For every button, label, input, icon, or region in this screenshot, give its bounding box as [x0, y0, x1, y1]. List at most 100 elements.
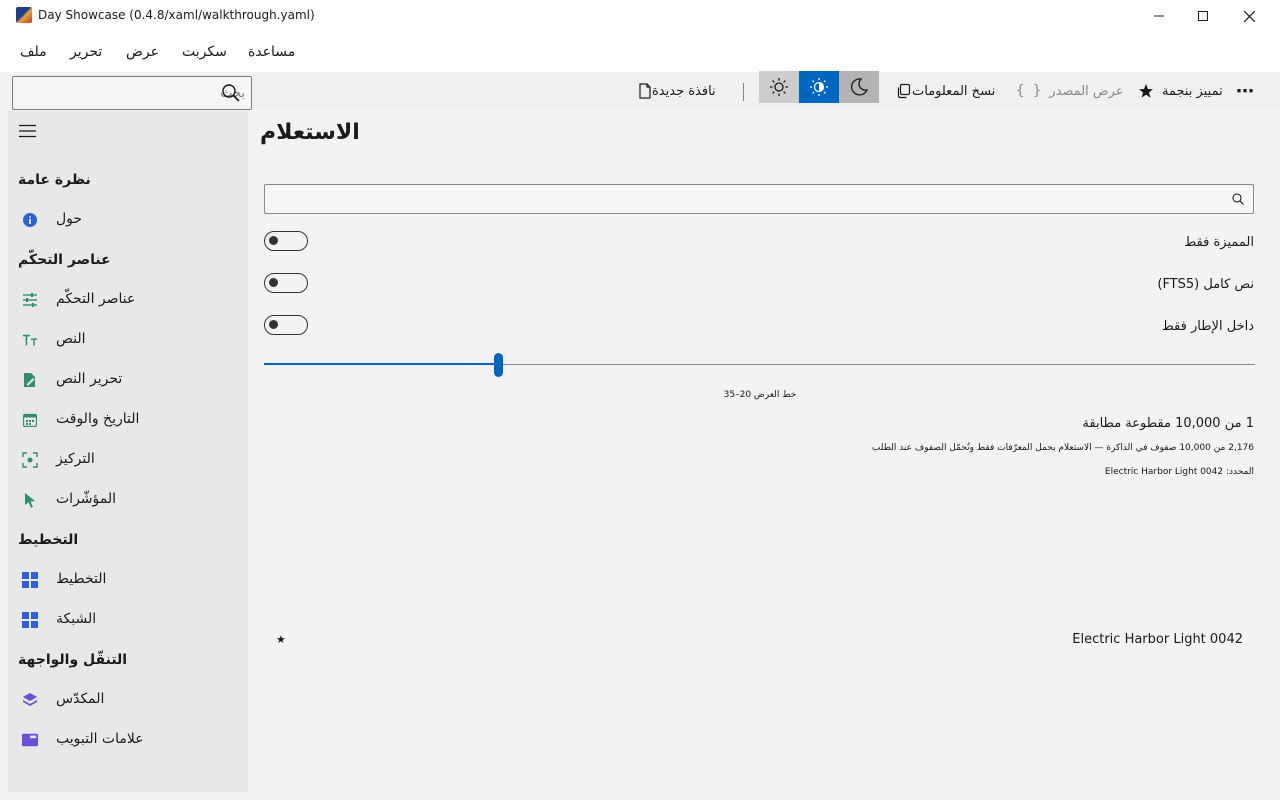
toggle-knob: [269, 236, 278, 245]
match-count: 1 من 10,000 مقطوعة مطابقة: [1082, 416, 1254, 431]
slider-caption: خط العرض 20–35: [723, 390, 797, 400]
slider-thumb[interactable]: [494, 353, 503, 377]
view-source-button[interactable]: { } عرض المصدر: [1016, 72, 1124, 110]
toggle-knob: [269, 320, 278, 329]
layout-grid-icon: [22, 572, 38, 588]
menu-view[interactable]: عرض: [126, 44, 159, 60]
layers-icon: [22, 692, 38, 708]
in-frame-only-toggle[interactable]: [264, 315, 308, 335]
copy-info-button[interactable]: نسخ المعلومات: [890, 72, 995, 110]
menu-script[interactable]: سكربت: [182, 44, 227, 60]
dark-theme-button[interactable]: [839, 71, 879, 103]
close-button[interactable]: [1226, 0, 1272, 32]
copy-icon: [897, 83, 911, 99]
info-icon: [22, 212, 38, 228]
sidebar: نظرة عامة حول عناصر التحكّم عناصر التحكّ…: [8, 111, 248, 792]
sidebar-item-label: التخطيط: [56, 571, 107, 587]
selected-item-line: المحدد: Electric Harbor Light 0042: [1104, 467, 1254, 477]
calendar-icon: [22, 412, 38, 428]
section-controls: عناصر التحكّم: [18, 252, 111, 268]
menu-edit[interactable]: تحرير: [70, 44, 102, 60]
braces-icon: { }: [1016, 83, 1042, 99]
document-icon: [639, 83, 651, 99]
text-size-icon: [22, 332, 38, 348]
starred-only-toggle[interactable]: [264, 231, 308, 251]
sun-icon: [770, 78, 788, 96]
in-frame-only-label: داخل الإطار فقط: [1161, 319, 1254, 334]
tabs-icon: [22, 732, 38, 748]
sidebar-item-label: الشبكة: [56, 611, 97, 627]
sidebar-item-label: التركيز: [56, 451, 95, 467]
star-highlight-button[interactable]: تمييز بنجمة: [1132, 72, 1223, 110]
menu-file[interactable]: ملف: [20, 44, 47, 60]
star-icon[interactable]: ★: [276, 633, 286, 646]
star-highlight-label: تمييز بنجمة: [1162, 83, 1223, 99]
sliders-icon: [22, 292, 38, 308]
sidebar-item-tabs[interactable]: علامات التبويب: [8, 720, 248, 760]
search-icon[interactable]: [1231, 192, 1245, 206]
minimize-icon: [1154, 15, 1164, 17]
minimize-button[interactable]: [1136, 0, 1182, 32]
query-box: [264, 184, 1254, 214]
sidebar-item-date-time[interactable]: التاريخ والوقت: [8, 400, 248, 440]
section-navigation: التنقّل والواجهة: [18, 652, 128, 668]
close-icon: [1243, 10, 1255, 22]
moon-icon: [850, 78, 869, 96]
app-icon: [16, 7, 32, 23]
focus-icon: [22, 452, 38, 468]
more-icon: ⋯: [1236, 80, 1254, 102]
maximize-button[interactable]: [1180, 0, 1226, 32]
sidebar-item-pointers[interactable]: المؤشّرات: [8, 480, 248, 520]
sidebar-item-focus[interactable]: التركيز: [8, 440, 248, 480]
contrast-icon: [810, 78, 828, 96]
sidebar-item-label: حول: [56, 211, 83, 227]
starred-only-label: المميزة فقط: [1184, 235, 1254, 250]
search-input[interactable]: [53, 77, 249, 109]
maximize-icon: [1198, 11, 1208, 21]
light-theme-button[interactable]: [759, 71, 799, 103]
new-window-button[interactable]: نافذة جديدة: [632, 72, 716, 110]
sidebar-item-label: المؤشّرات: [56, 491, 117, 507]
menu-bar: ملف تحرير عرض سكربت مساعدة: [0, 32, 1280, 72]
sidebar-item-about[interactable]: حول: [8, 200, 248, 240]
page-title: الاستعلام: [260, 120, 360, 145]
cursor-icon: [22, 492, 38, 508]
hamburger-menu-icon[interactable]: [18, 124, 38, 138]
sidebar-item-grid[interactable]: الشبكة: [8, 600, 248, 640]
section-layout: التخطيط: [18, 532, 79, 548]
view-source-label: عرض المصدر: [1049, 83, 1124, 99]
sidebar-item-label: عناصر التحكّم: [56, 291, 136, 307]
auto-theme-button[interactable]: [799, 71, 839, 103]
theme-switcher: [759, 71, 879, 103]
section-overview: نظرة عامة: [18, 172, 91, 188]
search-box: [12, 76, 252, 110]
menu-help[interactable]: مساعدة: [248, 44, 295, 60]
more-options-button[interactable]: ⋯: [1236, 72, 1254, 110]
slider-track-filled: [264, 363, 498, 365]
result-name: Electric Harbor Light 0042: [1072, 632, 1243, 647]
toolbar-separator: [743, 83, 744, 101]
sidebar-item-label: النص: [56, 331, 86, 347]
sidebar-item-layout[interactable]: التخطيط: [8, 560, 248, 600]
toggle-knob: [269, 278, 278, 287]
memory-note: 2,176 من 10,000 صفوف في الذاكرة — الاستع…: [871, 443, 1254, 453]
sidebar-item-label: علامات التبويب: [56, 731, 144, 747]
full-text-toggle[interactable]: [264, 273, 308, 293]
slider-track[interactable]: [498, 364, 1255, 365]
window-title: Day Showcase (0.4.8/xaml/walkthrough.yam…: [38, 8, 315, 22]
sidebar-item-text[interactable]: النص: [8, 320, 248, 360]
edit-document-icon: [22, 372, 38, 388]
sidebar-item-label: تحرير النص: [56, 371, 123, 387]
sidebar-item-stack[interactable]: المكدّس: [8, 680, 248, 720]
sidebar-item-label: المكدّس: [56, 691, 105, 707]
sidebar-item-label: التاريخ والوقت: [56, 411, 140, 427]
search-icon[interactable]: [221, 83, 241, 103]
star-icon: [1139, 84, 1153, 98]
result-row[interactable]: ★ Electric Harbor Light 0042: [264, 624, 1254, 656]
title-bar: Day Showcase (0.4.8/xaml/walkthrough.yam…: [0, 0, 1280, 32]
sidebar-item-controls[interactable]: عناصر التحكّم: [8, 280, 248, 320]
new-window-label: نافذة جديدة: [652, 83, 716, 99]
full-text-label: نص كامل (FTS5): [1157, 277, 1254, 292]
sidebar-item-text-editing[interactable]: تحرير النص: [8, 360, 248, 400]
query-input[interactable]: [265, 185, 1225, 213]
